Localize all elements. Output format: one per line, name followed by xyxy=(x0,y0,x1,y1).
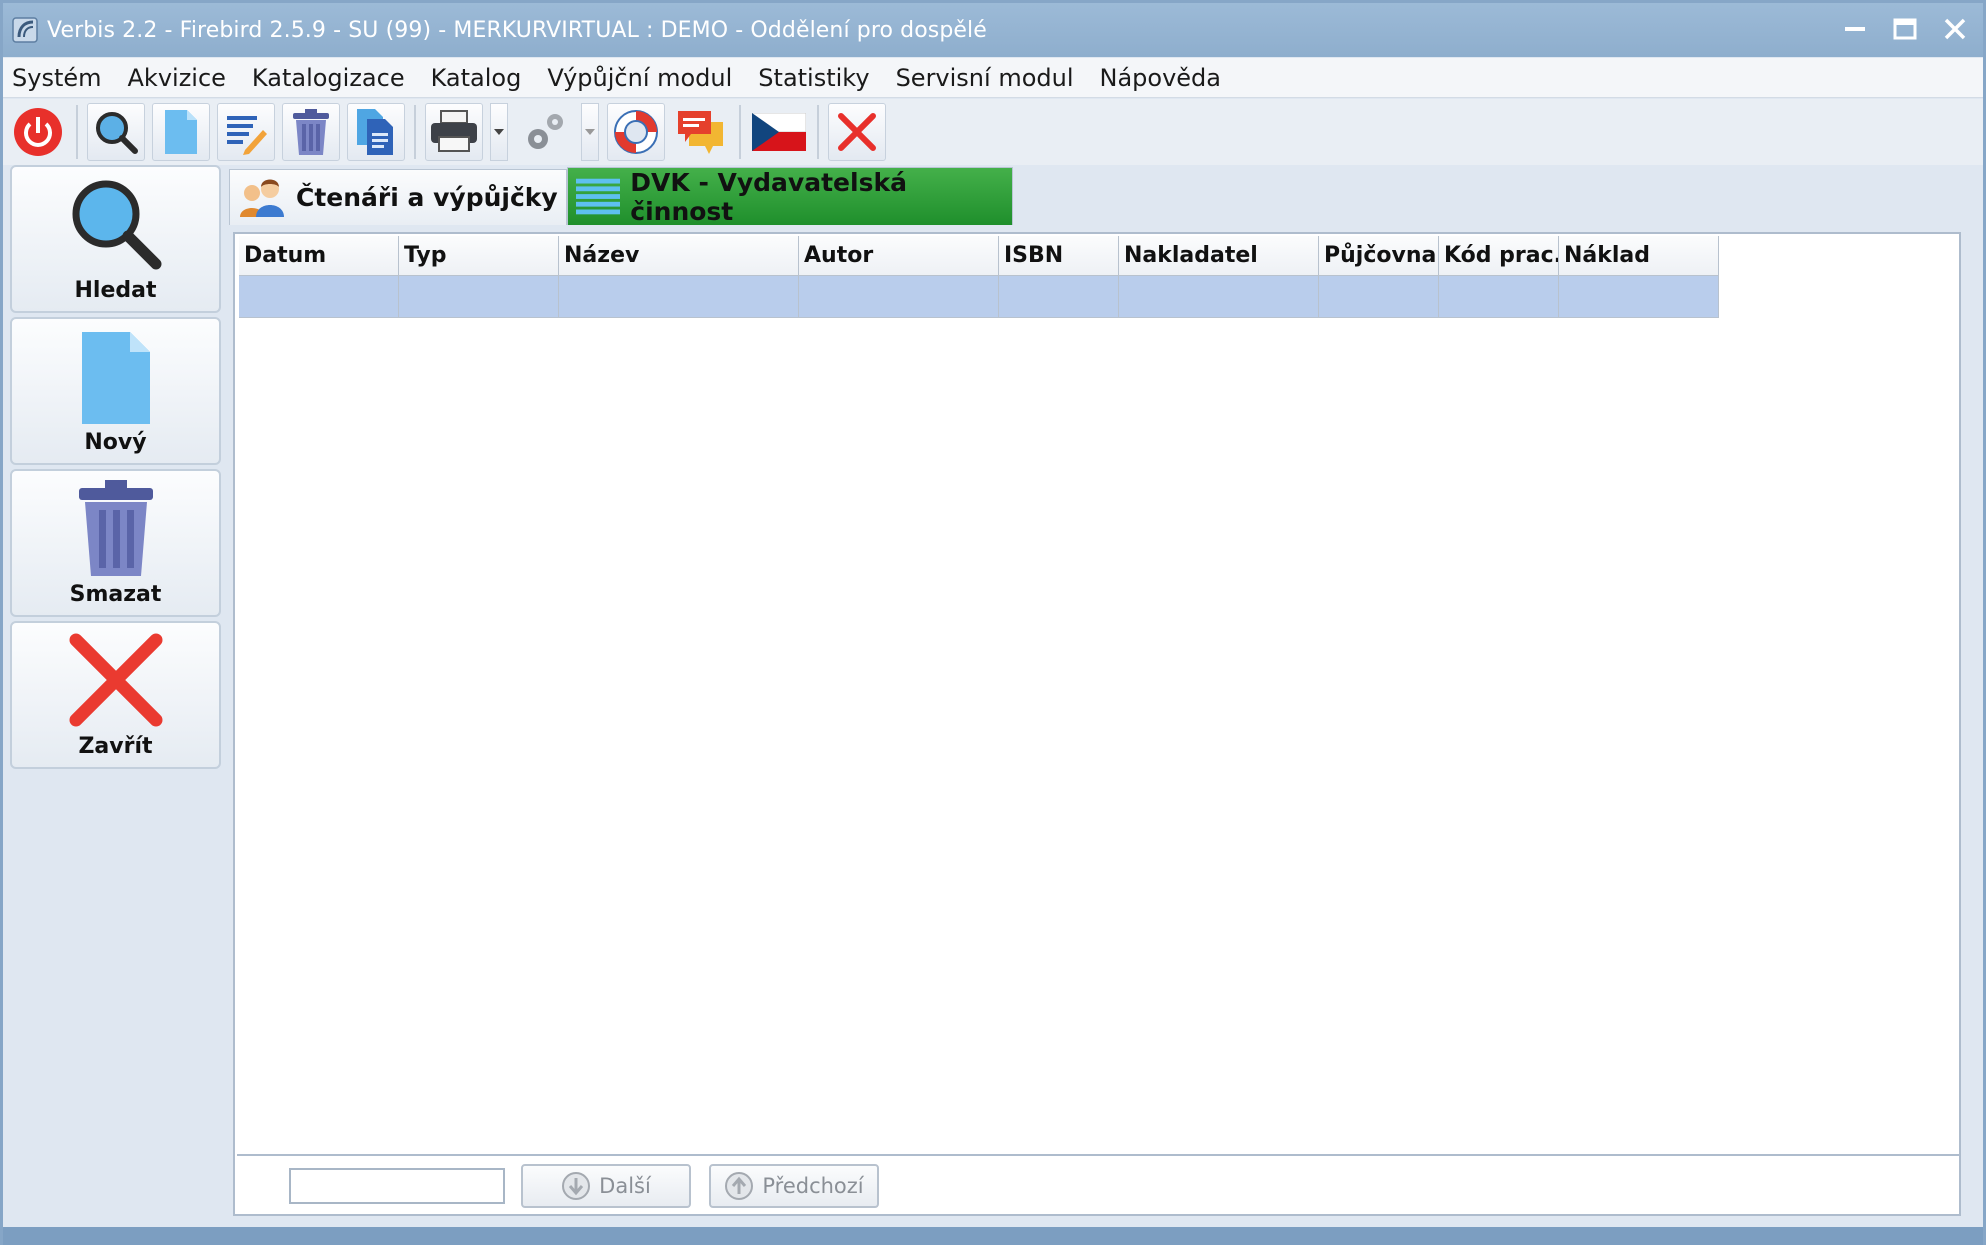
print-dropdown[interactable] xyxy=(490,103,508,161)
search-toolbar-button[interactable] xyxy=(87,103,145,161)
tab-readers-loans[interactable]: Čtenáři a výpůjčky xyxy=(229,169,567,225)
menu-vypujcni-modul[interactable]: Výpůjční modul xyxy=(534,58,745,98)
close-button-label: Zavřít xyxy=(78,734,153,759)
grid-header: Datum Typ Název Autor ISBN Nakladatel Pů… xyxy=(239,236,1719,276)
lifebuoy-icon xyxy=(614,110,658,154)
menu-napoveda[interactable]: Nápověda xyxy=(1087,58,1235,98)
arrow-down-circle-icon xyxy=(562,1172,591,1200)
search-button[interactable]: Hledat xyxy=(10,165,221,313)
side-panel: Hledat Nový Smazat Zavřít xyxy=(8,165,223,1223)
close-button[interactable]: Zavřít xyxy=(10,621,221,769)
search-icon xyxy=(96,112,138,154)
data-grid: Datum Typ Název Autor ISBN Nakladatel Pů… xyxy=(239,236,1719,318)
tab-dvk-publishing-label: DVK - Vydavatelská činnost xyxy=(630,167,907,226)
delete-toolbar-button[interactable] xyxy=(282,103,340,161)
table-cell[interactable] xyxy=(999,276,1119,318)
close-icon xyxy=(69,633,162,727)
new-document-icon xyxy=(81,332,150,424)
menu-akvizice[interactable]: Akvizice xyxy=(115,58,239,98)
delete-button-label: Smazat xyxy=(69,582,162,607)
settings-toolbar-button[interactable] xyxy=(516,103,574,161)
table-cell[interactable] xyxy=(799,276,999,318)
close-icon xyxy=(1944,18,1966,40)
czech-flag-icon xyxy=(752,113,806,151)
record-search-input[interactable] xyxy=(289,1168,505,1204)
table-row[interactable] xyxy=(239,276,1719,318)
table-cell[interactable] xyxy=(1119,276,1319,318)
minimize-icon xyxy=(1845,27,1865,31)
close-window-button[interactable] xyxy=(1937,11,1973,47)
copy-toolbar-button[interactable] xyxy=(347,103,405,161)
chevron-down-icon xyxy=(494,129,504,135)
settings-dropdown[interactable] xyxy=(581,103,599,161)
minimize-button[interactable] xyxy=(1837,11,1873,47)
table-cell[interactable] xyxy=(1559,276,1719,318)
search-button-label: Hledat xyxy=(74,278,157,303)
trash-icon xyxy=(78,480,153,576)
power-icon xyxy=(14,108,62,156)
navigation-footer: Další Předchozí xyxy=(237,1154,1959,1214)
new-toolbar-button[interactable] xyxy=(152,103,210,161)
tab-dvk-publishing[interactable]: DVK - Vydavatelská činnost xyxy=(567,167,1013,226)
copy-document-icon xyxy=(357,109,393,155)
chevron-down-icon xyxy=(585,129,595,135)
menu-bar: Systém Akvizice Katalogizace Katalog Výp… xyxy=(3,58,1983,98)
arrow-up-circle-icon xyxy=(725,1172,754,1200)
help-toolbar-button[interactable] xyxy=(607,103,665,161)
menu-statistiky[interactable]: Statistiky xyxy=(745,58,882,98)
content-panel: Datum Typ Název Autor ISBN Nakladatel Pů… xyxy=(233,232,1961,1216)
previous-button-label: Předchozí xyxy=(762,1174,864,1198)
language-toolbar-button[interactable] xyxy=(750,103,808,161)
messages-toolbar-button[interactable] xyxy=(672,103,730,161)
app-logo-icon xyxy=(12,17,38,43)
previous-button[interactable]: Předchozí xyxy=(709,1164,879,1208)
toolbar xyxy=(3,99,1983,165)
tab-bar: Čtenáři a výpůjčky DVK - Vydavatelská či… xyxy=(229,165,1013,226)
column-header-kod-prac[interactable]: Kód prac. xyxy=(1439,236,1559,276)
close-toolbar-button[interactable] xyxy=(828,103,886,161)
new-button-label: Nový xyxy=(84,430,147,455)
column-header-typ[interactable]: Typ xyxy=(399,236,559,276)
menu-system[interactable]: Systém xyxy=(3,58,115,98)
window-title: Verbis 2.2 - Firebird 2.5.9 - SU (99) - … xyxy=(47,17,987,43)
column-header-datum[interactable]: Datum xyxy=(239,236,399,276)
chat-icon xyxy=(678,111,723,154)
edit-document-icon xyxy=(227,116,267,155)
close-icon xyxy=(838,113,876,151)
menu-katalog[interactable]: Katalog xyxy=(418,58,535,98)
tab-readers-loans-label: Čtenáři a výpůjčky xyxy=(296,183,558,212)
maximize-button[interactable] xyxy=(1887,11,1923,47)
printer-icon xyxy=(431,110,477,152)
title-bar: Verbis 2.2 - Firebird 2.5.9 - SU (99) - … xyxy=(3,3,1983,57)
window-bottom-border xyxy=(3,1227,1983,1245)
table-cell[interactable] xyxy=(399,276,559,318)
delete-button[interactable]: Smazat xyxy=(10,469,221,617)
table-cell[interactable] xyxy=(559,276,799,318)
next-button-label: Další xyxy=(599,1174,651,1198)
trash-icon xyxy=(293,109,329,155)
menu-servisni-modul[interactable]: Servisní modul xyxy=(883,58,1087,98)
menu-katalogizace[interactable]: Katalogizace xyxy=(239,58,418,98)
gears-icon xyxy=(528,114,563,149)
table-cell[interactable] xyxy=(1439,276,1559,318)
new-button[interactable]: Nový xyxy=(10,317,221,465)
next-button[interactable]: Další xyxy=(521,1164,691,1208)
new-document-icon xyxy=(165,110,197,154)
column-header-nakladatel[interactable]: Nakladatel xyxy=(1119,236,1319,276)
column-header-autor[interactable]: Autor xyxy=(799,236,999,276)
search-icon xyxy=(72,180,161,270)
app-window: Verbis 2.2 - Firebird 2.5.9 - SU (99) - … xyxy=(0,0,1986,1245)
column-header-isbn[interactable]: ISBN xyxy=(999,236,1119,276)
table-cell[interactable] xyxy=(239,276,399,318)
power-button[interactable] xyxy=(9,103,67,161)
column-header-naklad[interactable]: Náklad xyxy=(1559,236,1719,276)
list-icon xyxy=(576,178,621,214)
users-icon xyxy=(240,179,284,217)
table-cell[interactable] xyxy=(1319,276,1439,318)
print-toolbar-button[interactable] xyxy=(425,103,483,161)
edit-toolbar-button[interactable] xyxy=(217,103,275,161)
maximize-icon xyxy=(1893,18,1917,40)
column-header-nazev[interactable]: Název xyxy=(559,236,799,276)
column-header-pujcovna[interactable]: Půjčovna xyxy=(1319,236,1439,276)
